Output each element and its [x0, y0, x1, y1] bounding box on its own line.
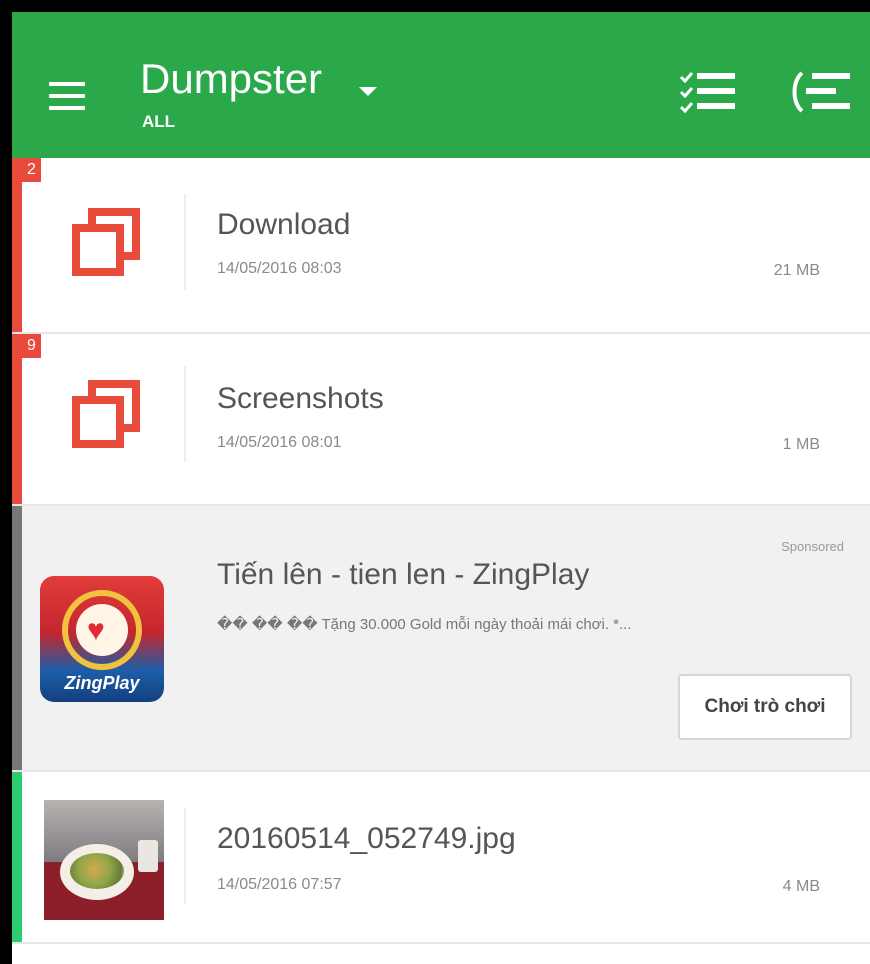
sponsored-ad[interactable]: Sponsored ♥ ZingPlay Tiến lên - tien len… [12, 506, 870, 772]
category-stripe [12, 158, 22, 332]
play-game-button[interactable]: Chơi trò chơi [678, 674, 852, 740]
screen-border-left [0, 0, 12, 964]
page-title[interactable]: Dumpster [140, 55, 322, 103]
divider [184, 194, 186, 290]
ad-description: �� �� �� Tặng 30.000 Gold mỗi ngày thoải… [217, 616, 632, 633]
menu-icon[interactable] [49, 82, 85, 112]
sponsored-label: Sponsored [781, 539, 844, 554]
divider [184, 366, 186, 462]
heart-icon: ♥ [87, 614, 105, 647]
chevron-down-icon[interactable] [359, 87, 377, 96]
item-date: 14/05/2016 07:57 [217, 876, 342, 893]
count-badge: 9 [22, 334, 41, 358]
folder-stack-icon [72, 380, 140, 448]
item-size: 21 MB [773, 262, 820, 279]
category-stripe [12, 772, 22, 942]
item-date: 14/05/2016 08:03 [217, 260, 342, 277]
category-stripe [12, 334, 22, 504]
item-size: 4 MB [782, 878, 820, 895]
divider [184, 808, 186, 904]
app-screen: Dumpster ALL 2 Download 14/05/2016 08:03… [0, 0, 870, 964]
app-bar: Dumpster ALL [12, 12, 870, 158]
collapse-list-icon[interactable] [790, 69, 852, 115]
filter-label: ALL [142, 112, 176, 131]
app-brand: ZingPlay [64, 673, 140, 693]
image-thumbnail[interactable] [44, 800, 164, 920]
item-name: Download [217, 208, 351, 241]
item-name: 20160514_052749.jpg [217, 822, 516, 855]
folder-stack-icon [72, 208, 140, 276]
item-date: 14/05/2016 08:01 [217, 434, 342, 451]
ad-title[interactable]: Tiến lên - tien len - ZingPlay [217, 558, 589, 592]
count-badge: 2 [22, 158, 41, 182]
checklist-icon[interactable] [679, 69, 737, 115]
item-name: Screenshots [217, 382, 384, 415]
list-item[interactable]: 9 Screenshots 14/05/2016 08:01 1 MB [12, 334, 870, 506]
item-size: 1 MB [782, 436, 820, 453]
list-item[interactable]: 2 Download 14/05/2016 08:03 21 MB [12, 158, 870, 334]
list-item[interactable]: 20160514_052749.jpg 14/05/2016 07:57 4 M… [12, 772, 870, 944]
app-icon[interactable]: ♥ ZingPlay [40, 576, 164, 702]
category-stripe [12, 506, 22, 770]
screen-border-top [0, 0, 870, 12]
